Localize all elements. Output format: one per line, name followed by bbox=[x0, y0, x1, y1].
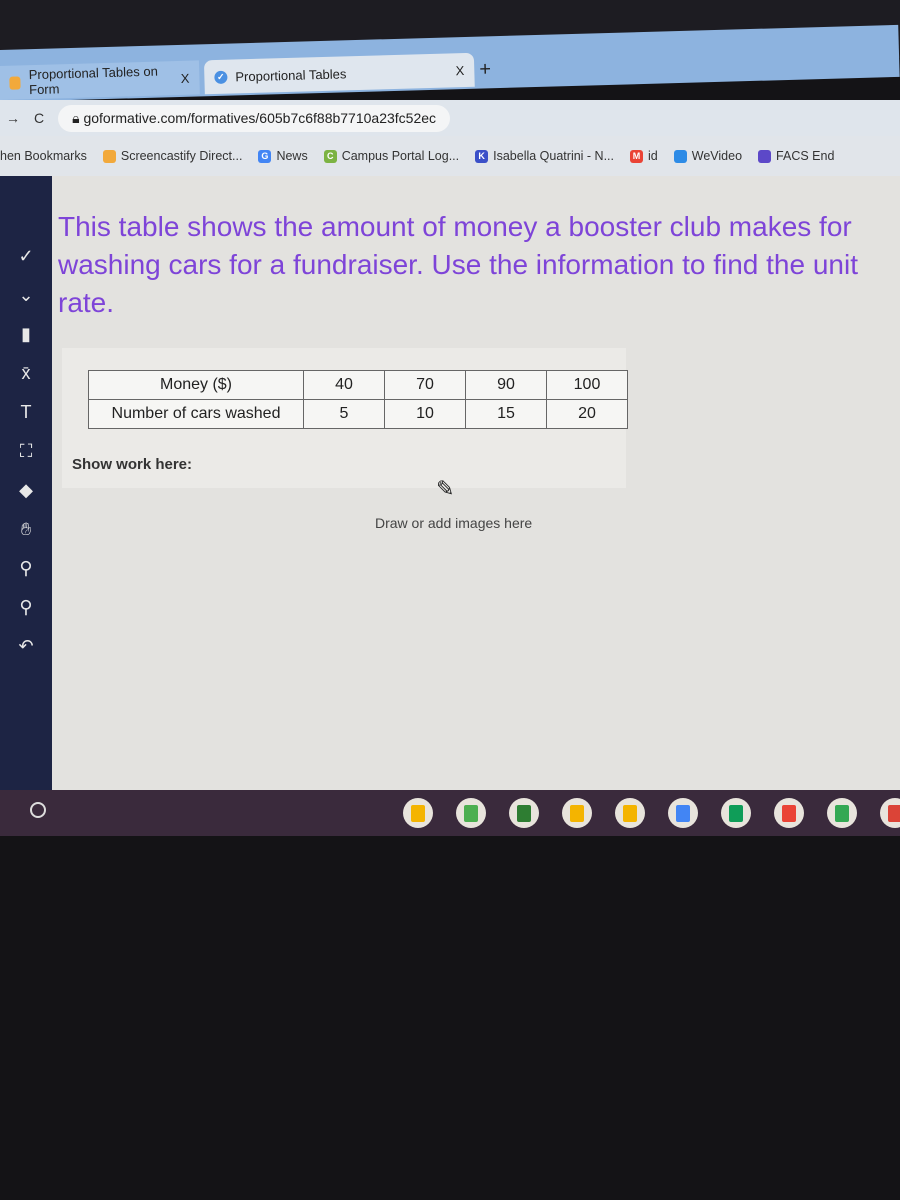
bookmark-label: Isabella Quatrini - N... bbox=[493, 149, 615, 163]
row-header: Number of cars washed bbox=[88, 399, 304, 429]
bookmark-icon: K bbox=[475, 149, 489, 163]
slides-app-icon[interactable] bbox=[615, 798, 645, 828]
bookmark-label: WeVideo bbox=[691, 149, 743, 163]
docs-app-icon[interactable] bbox=[668, 798, 698, 828]
data-table: Money ($) 40 70 90 100 Number of cars washed 5… bbox=[88, 370, 628, 429]
highlighter-icon[interactable]: ▮ bbox=[21, 324, 31, 345]
bookmark-icon: M bbox=[630, 149, 644, 163]
formative-icon bbox=[9, 75, 22, 90]
formative-check-icon: ✓ bbox=[214, 70, 228, 84]
bookmark-item[interactable]: Mid bbox=[630, 149, 658, 163]
geogebra-app-icon[interactable] bbox=[509, 798, 539, 828]
chrome-app-icon[interactable] bbox=[880, 798, 900, 828]
close-tab-icon[interactable]: X bbox=[455, 63, 464, 78]
bookmark-label: News bbox=[276, 149, 308, 163]
crop-icon[interactable]: ⛶ bbox=[20, 441, 33, 462]
bookmark-label: id bbox=[648, 149, 658, 163]
classroom-app-icon[interactable] bbox=[456, 798, 486, 828]
bookmark-label: FACS End bbox=[776, 149, 835, 163]
lock-icon: 🔒︎ bbox=[72, 109, 84, 126]
bookmark-item[interactable]: WeVideo bbox=[673, 149, 743, 163]
url-input[interactable]: 🔒︎ goformative.com/formatives/605b7c6f88… bbox=[58, 104, 451, 132]
bookmark-label: Campus Portal Log... bbox=[341, 149, 460, 163]
drive-app-icon[interactable] bbox=[827, 798, 857, 828]
pencil-icon[interactable]: ✎ bbox=[436, 476, 454, 502]
screencastify-icon-icon bbox=[102, 149, 116, 163]
check-icon[interactable]: ✓ bbox=[18, 246, 33, 267]
play-icon bbox=[673, 149, 687, 163]
bookmark-item[interactable]: K Isabella Quatrini - N... bbox=[475, 149, 614, 163]
tab-label: Proportional Tables bbox=[235, 65, 347, 84]
new-tab-button[interactable]: + bbox=[469, 52, 502, 87]
equation-icon[interactable]: x̄ bbox=[22, 363, 31, 384]
question-text: This table shows the amount of money a b… bbox=[58, 211, 858, 318]
list-icon bbox=[758, 149, 772, 163]
close-tab-icon[interactable]: X bbox=[181, 70, 190, 85]
address-bar-row: → C 🔒︎ goformative.com/formatives/605b7c… bbox=[0, 100, 900, 136]
tab-proportional-tables[interactable]: ✓ Proportional Tables X bbox=[203, 52, 475, 95]
bookmarks-bar: hen Bookmarks Screencastify Direct... G New… bbox=[0, 136, 900, 176]
table-cell: 40 bbox=[303, 370, 385, 400]
bookmark-icon: G bbox=[258, 149, 272, 163]
gmail-app-icon[interactable] bbox=[774, 798, 804, 828]
draw-area-hint[interactable]: Draw or add images here bbox=[375, 515, 532, 531]
eraser-icon[interactable]: ◆ bbox=[19, 480, 33, 501]
table-row: Number of cars washed 5 10 15 20 bbox=[88, 399, 628, 429]
keep-app-icon[interactable] bbox=[562, 798, 592, 828]
table-cell: 90 bbox=[465, 370, 547, 400]
hand-icon[interactable]: ✋︎ bbox=[21, 519, 31, 540]
bookmark-item[interactable]: Screencastify Direct... bbox=[102, 149, 243, 163]
keep-app-icon[interactable] bbox=[403, 798, 433, 828]
tab-proportional-tables-on-formative[interactable]: Proportional Tables on Form X bbox=[0, 60, 200, 101]
sheets-app-icon[interactable] bbox=[721, 798, 751, 828]
bookmark-item[interactable]: hen Bookmarks bbox=[0, 149, 87, 163]
chromeos-shelf bbox=[0, 790, 900, 836]
table-row: Money ($) 40 70 90 100 bbox=[88, 370, 628, 400]
annotation-toolbar: ✓ ⌄ ▮ x̄ T ⛶ ◆ ✋︎ ⚲ ⚲ ↶ bbox=[0, 176, 52, 796]
launcher-icon[interactable] bbox=[30, 802, 46, 818]
bookmark-item[interactable]: C Campus Portal Log... bbox=[323, 149, 460, 163]
chevron-icon[interactable]: ⌄ bbox=[18, 285, 33, 306]
plus-icon: + bbox=[478, 57, 492, 81]
zoom-in-icon[interactable]: ⚲ bbox=[19, 558, 32, 579]
bookmark-label: hen Bookmarks bbox=[0, 149, 87, 163]
row-header: Money ($) bbox=[88, 370, 304, 400]
show-work-label: Show work here: bbox=[72, 456, 193, 473]
tab-label: Proportional Tables on Form bbox=[28, 63, 159, 98]
bookmark-label: Screencastify Direct... bbox=[120, 149, 243, 163]
table-cell: 5 bbox=[303, 399, 385, 429]
table-cell: 15 bbox=[465, 399, 547, 429]
bookmark-item[interactable]: G News bbox=[258, 149, 308, 163]
url-text: goformative.com/formatives/605b7c6f88b77… bbox=[83, 109, 437, 126]
forward-icon[interactable]: → bbox=[6, 110, 20, 126]
table-cell: 100 bbox=[546, 370, 628, 400]
text-icon[interactable]: T bbox=[21, 402, 32, 423]
table-cell: 10 bbox=[384, 399, 466, 429]
bookmark-item[interactable]: FACS End bbox=[758, 149, 834, 163]
bookmark-icon: C bbox=[323, 149, 337, 163]
table-cell: 70 bbox=[384, 370, 466, 400]
reload-icon[interactable]: C bbox=[34, 110, 44, 126]
undo-icon[interactable]: ↶ bbox=[18, 636, 33, 657]
table-cell: 20 bbox=[546, 399, 628, 429]
zoom-out-icon[interactable]: ⚲ bbox=[19, 597, 32, 618]
